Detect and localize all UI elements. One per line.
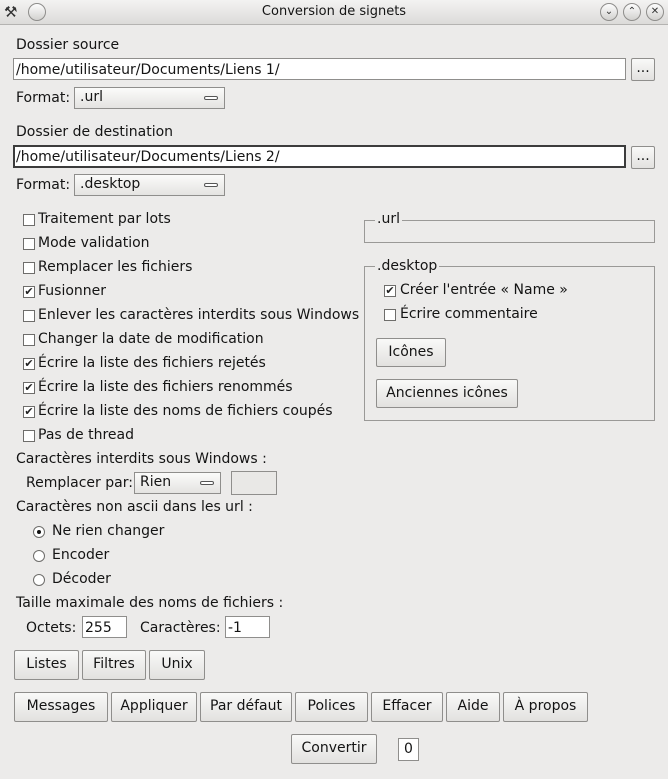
non-ascii-radio[interactable] — [33, 550, 45, 562]
option-checkbox[interactable]: ✔ — [23, 358, 35, 370]
source-format-value: .url — [80, 89, 103, 105]
chars-input[interactable]: -1 — [225, 616, 270, 638]
destination-label: Dossier de destination — [16, 124, 174, 140]
option-checkbox[interactable] — [23, 334, 35, 346]
window-title: Conversion de signets — [261, 4, 407, 19]
icons-button[interactable]: Icônes — [376, 338, 446, 367]
non-ascii-radio-label[interactable]: Décoder — [52, 571, 111, 587]
url-group-title: .url — [375, 211, 402, 227]
url-group — [364, 220, 655, 243]
option-label[interactable]: Écrire la liste des noms de fichiers cou… — [38, 403, 333, 419]
radio-dot-icon — [37, 530, 41, 534]
convert-count: 0 — [398, 738, 419, 761]
option-label[interactable]: Changer la date de modification — [38, 331, 264, 347]
minimize-chevron-down-icon[interactable]: ⌄ — [600, 3, 618, 21]
replace-by-select[interactable]: Rien — [134, 472, 221, 494]
filters-button[interactable]: Filtres — [82, 650, 146, 680]
old-icons-button[interactable]: Anciennes icônes — [376, 379, 518, 408]
about-button[interactable]: À propos — [503, 692, 588, 722]
desktop-group-title: .desktop — [375, 258, 440, 274]
messages-button[interactable]: Messages — [14, 692, 108, 722]
option-checkbox[interactable] — [23, 238, 35, 250]
destination-format-value: .desktop — [80, 176, 141, 192]
apply-button[interactable]: Appliquer — [111, 692, 197, 722]
lists-button[interactable]: Listes — [14, 650, 79, 680]
help-button[interactable]: Aide — [446, 692, 500, 722]
desktop-option-label[interactable]: Créer l'entrée « Name » — [400, 282, 568, 298]
dropdown-arrow-icon — [204, 96, 218, 100]
source-browse-button[interactable]: ... — [631, 58, 655, 81]
maximize-chevron-up-icon[interactable]: ⌃ — [623, 3, 641, 21]
source-format-select[interactable]: .url — [74, 87, 225, 109]
convert-button[interactable]: Convertir — [291, 734, 377, 764]
destination-format-label: Format: — [16, 177, 71, 193]
option-checkbox[interactable] — [23, 262, 35, 274]
defaults-button[interactable]: Par défaut — [200, 692, 292, 722]
option-checkbox[interactable] — [23, 430, 35, 442]
replace-by-value: Rien — [140, 474, 172, 490]
non-ascii-radio-label[interactable]: Ne rien changer — [52, 523, 164, 539]
desktop-option-checkbox[interactable]: ✔ — [384, 285, 396, 297]
option-label[interactable]: Écrire la liste des fichiers rejetés — [38, 355, 266, 371]
replace-char-input[interactable] — [231, 471, 277, 495]
source-path-input[interactable]: /home/utilisateur/Documents/Liens 1/ — [13, 58, 626, 80]
desktop-option-checkbox[interactable] — [384, 309, 396, 321]
chars-label: Caractères: — [140, 620, 221, 636]
replace-by-label: Remplacer par: — [26, 475, 133, 491]
option-label[interactable]: Traitement par lots — [38, 211, 171, 227]
option-checkbox[interactable]: ✔ — [23, 286, 35, 298]
destination-browse-button[interactable]: ... — [631, 146, 655, 169]
non-ascii-radio-label[interactable]: Encoder — [52, 547, 109, 563]
option-label[interactable]: Fusionner — [38, 283, 106, 299]
close-icon[interactable]: ✕ — [646, 3, 664, 21]
bytes-input[interactable]: 255 — [82, 616, 127, 638]
source-label: Dossier source — [16, 37, 120, 53]
option-checkbox[interactable]: ✔ — [23, 406, 35, 418]
non-ascii-radio[interactable] — [33, 526, 45, 538]
destination-path-input[interactable]: /home/utilisateur/Documents/Liens 2/ — [13, 145, 626, 168]
forbidden-chars-label: Caractères interdits sous Windows : — [16, 451, 267, 467]
option-checkbox[interactable] — [23, 214, 35, 226]
fonts-button[interactable]: Polices — [295, 692, 368, 722]
destination-format-select[interactable]: .desktop — [74, 174, 225, 196]
option-checkbox[interactable]: ✔ — [23, 382, 35, 394]
option-label[interactable]: Mode validation — [38, 235, 150, 251]
clear-button[interactable]: Effacer — [371, 692, 443, 722]
non-ascii-label: Caractères non ascii dans les url : — [16, 499, 253, 515]
option-label[interactable]: Enlever les caractères interdits sous Wi… — [38, 307, 359, 323]
dropdown-arrow-icon — [204, 183, 218, 187]
unix-button[interactable]: Unix — [149, 650, 205, 680]
max-size-label: Taille maximale des noms de fichiers : — [16, 595, 284, 611]
option-label[interactable]: Écrire la liste des fichiers renommés — [38, 379, 293, 395]
option-label[interactable]: Remplacer les fichiers — [38, 259, 192, 275]
option-label[interactable]: Pas de thread — [38, 427, 134, 443]
non-ascii-radio[interactable] — [33, 574, 45, 586]
source-format-label: Format: — [16, 90, 71, 106]
option-checkbox[interactable] — [23, 310, 35, 322]
dropdown-arrow-icon — [200, 481, 214, 485]
desktop-option-label[interactable]: Écrire commentaire — [400, 306, 538, 322]
bytes-label: Octets: — [26, 620, 77, 636]
